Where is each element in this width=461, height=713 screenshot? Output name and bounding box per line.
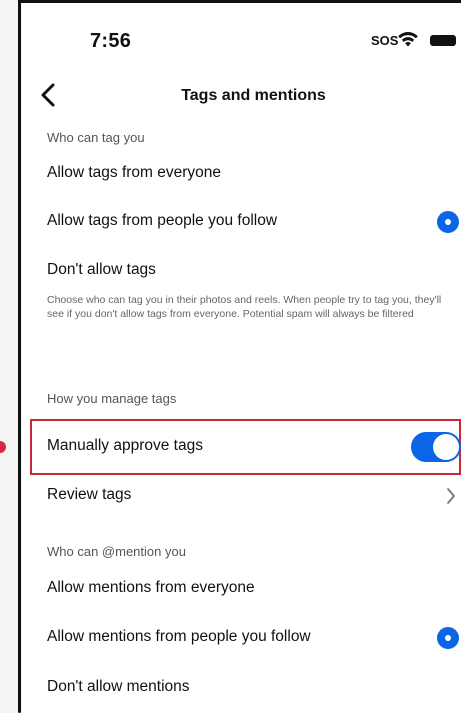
battery-icon: [430, 35, 456, 46]
review-tags-row[interactable]: Review tags: [22, 472, 461, 520]
option-tags-following[interactable]: Allow tags from people you follow: [22, 198, 461, 246]
review-tags-label: Review tags: [47, 486, 132, 503]
option-mentions-following[interactable]: Allow mentions from people you follow: [22, 614, 461, 662]
manual-approve-toggle[interactable]: [411, 432, 461, 462]
tag-description: Choose who can tag you in their photos a…: [47, 294, 442, 320]
manual-approve-label: Manually approve tags: [47, 437, 203, 454]
option-label: Allow mentions from people you follow: [47, 628, 311, 645]
status-bar: 7:56 SOS: [22, 0, 461, 70]
option-label: Allow tags from people you follow: [47, 212, 278, 229]
radio-selected-icon[interactable]: [437, 211, 459, 233]
manual-approve-row[interactable]: Manually approve tags: [22, 423, 461, 471]
radio-selected-icon[interactable]: [437, 627, 459, 649]
option-label: Don't allow tags: [47, 261, 156, 278]
section-header-tag: Who can tag you: [47, 130, 145, 145]
option-tags-none[interactable]: Don't allow tags: [22, 247, 461, 295]
sos-indicator: SOS: [371, 33, 399, 48]
option-label: Don't allow mentions: [47, 678, 190, 695]
nav-bar: Tags and mentions: [22, 75, 461, 119]
option-label: Allow tags from everyone: [47, 164, 222, 181]
option-mentions-none[interactable]: Don't allow mentions: [22, 664, 461, 712]
wifi-icon: [398, 32, 418, 47]
phone-screen: 7:56 SOS Tags and mentions Who can tag y…: [0, 0, 461, 713]
section-header-manage: How you manage tags: [47, 391, 177, 406]
status-time: 7:56: [90, 30, 132, 52]
option-tags-everyone[interactable]: Allow tags from everyone: [22, 150, 461, 198]
option-label: Allow mentions from everyone: [47, 579, 255, 596]
frame-border-left: [18, 0, 21, 713]
page-title: Tags and mentions: [181, 87, 326, 104]
chevron-right-icon: [447, 488, 455, 504]
section-header-mention: Who can @mention you: [47, 544, 186, 559]
option-mentions-everyone[interactable]: Allow mentions from everyone: [22, 565, 461, 613]
toggle-knob: [433, 434, 459, 460]
